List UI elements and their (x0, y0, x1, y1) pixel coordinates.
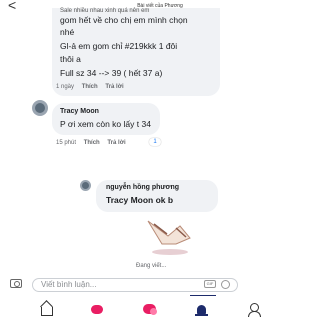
comment-author[interactable]: nguyễn hồng phương (106, 184, 179, 191)
active-tab-indicator (190, 295, 216, 296)
comment-composer: Viết bình luận... GIF (0, 277, 320, 293)
comment-line: Full sz 34 --> 39 ( hết 37 a) (60, 68, 163, 78)
comment-line: nhé (60, 27, 75, 37)
avatar[interactable] (80, 180, 91, 191)
comment-text: Tracy Moon ok b (106, 195, 174, 205)
home-icon[interactable] (38, 302, 54, 316)
messages-icon[interactable] (142, 302, 158, 316)
like-link[interactable]: Thích (84, 140, 100, 146)
comment-line: thôi a (60, 54, 81, 64)
typing-indicator: Đang viết... (136, 263, 167, 269)
comment-author[interactable]: Tracy Moon (60, 108, 99, 115)
comment-2-meta: 15 phút Thích Trả lời (56, 140, 132, 146)
comment-bubble-2: Tracy Moon P ơi xem còn ko lấy t 34 (52, 103, 160, 135)
chat-icon[interactable] (90, 302, 106, 316)
comment-time: 1 ngày (56, 84, 75, 90)
reply-link[interactable]: Trả lời (107, 140, 125, 146)
notification-bell-icon[interactable] (194, 302, 210, 316)
comment-line: gom hết về cho chị em mình chọn (60, 15, 188, 25)
comment-bubble-1: Sale nhiều nhau xinh quá nên em gom hết … (52, 8, 220, 96)
avatar[interactable] (32, 100, 48, 116)
sticker-image (147, 220, 191, 255)
like-link[interactable]: Thích (82, 84, 98, 90)
comment-1-meta: 1 ngày Thích Trả lời (56, 84, 130, 90)
comment-time: 15 phút (56, 140, 77, 146)
comment-line: Gl-ả em gom chỉ #219kkk 1 đôi (60, 41, 178, 51)
reaction-count[interactable]: 1 (149, 138, 161, 146)
profile-icon[interactable] (246, 302, 262, 317)
camera-icon[interactable] (10, 279, 22, 288)
emoji-icon[interactable] (221, 280, 230, 289)
bottom-nav (0, 300, 320, 320)
comment-text: P ơi xem còn ko lấy t 34 (60, 119, 151, 129)
reply-link[interactable]: Trả lời (105, 84, 123, 90)
gif-icon[interactable]: GIF (204, 280, 216, 288)
